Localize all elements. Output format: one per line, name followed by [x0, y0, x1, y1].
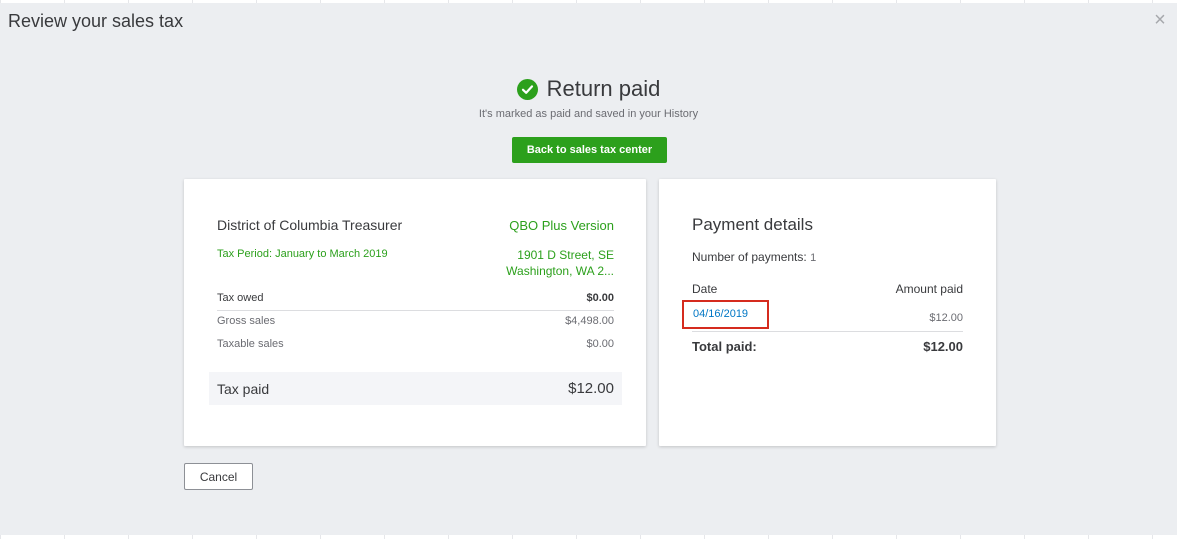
address-line2: Washington, WA 2...	[506, 264, 614, 278]
status-heading: Return paid	[516, 76, 661, 102]
taxable-sales-row: Taxable sales $0.00	[217, 338, 614, 350]
status-header: Return paid It's marked as paid and save…	[0, 76, 1177, 120]
modal-title: Review your sales tax	[8, 11, 184, 31]
close-icon[interactable]: ×	[1152, 10, 1168, 30]
total-paid-label: Total paid:	[692, 339, 757, 354]
payments-count: Number of payments: 1	[692, 250, 816, 264]
tax-paid-amount: $12.00	[568, 380, 614, 397]
tax-paid-label: Tax paid	[217, 380, 270, 397]
row-amount: $4,498.00	[565, 315, 614, 327]
tax-return-card: District of Columbia Treasurer QBO Plus …	[184, 179, 646, 446]
payment-date-link[interactable]: 04/16/2019	[682, 300, 769, 329]
address-line1: 1901 D Street, SE	[517, 248, 614, 262]
agency-name: District of Columbia Treasurer	[217, 217, 403, 233]
row-label: Gross sales	[217, 315, 276, 327]
payments-table-header: Date Amount paid	[692, 282, 963, 296]
version-label: QBO Plus Version	[509, 218, 614, 233]
divider	[692, 331, 963, 332]
table-row: 04/16/2019 $12.00	[682, 300, 963, 329]
back-to-sales-tax-center-button[interactable]: Back to sales tax center	[512, 137, 667, 163]
tax-owed-row: Tax owed $0.00	[217, 292, 614, 304]
cancel-button[interactable]: Cancel	[184, 463, 253, 490]
row-label: Taxable sales	[217, 338, 284, 350]
amount-column-header: Amount paid	[895, 282, 963, 296]
payment-details-card: Payment details Number of payments: 1 Da…	[659, 179, 996, 446]
total-paid-amount: $12.00	[923, 339, 963, 354]
divider	[217, 310, 614, 311]
row-amount: $0.00	[586, 338, 614, 350]
status-title: Return paid	[546, 76, 661, 101]
row-amount: $0.00	[586, 292, 614, 304]
tax-paid-summary: Tax paid $12.00	[209, 372, 622, 405]
gross-sales-row: Gross sales $4,498.00	[217, 315, 614, 327]
payments-count-value: 1	[810, 252, 817, 264]
date-column-header: Date	[692, 282, 718, 296]
total-paid-row: Total paid: $12.00	[692, 339, 963, 354]
row-label: Tax owed	[217, 292, 264, 304]
review-sales-tax-modal: Review your sales tax × Return paid It's…	[0, 3, 1177, 535]
status-subtitle: It's marked as paid and saved in your Hi…	[478, 108, 699, 120]
tax-period: Tax Period: January to March 2019	[217, 248, 388, 260]
payment-amount: $12.00	[929, 312, 963, 324]
check-circle-icon	[516, 78, 538, 100]
payment-details-title: Payment details	[692, 215, 813, 234]
payments-count-label: Number of payments:	[692, 250, 807, 264]
